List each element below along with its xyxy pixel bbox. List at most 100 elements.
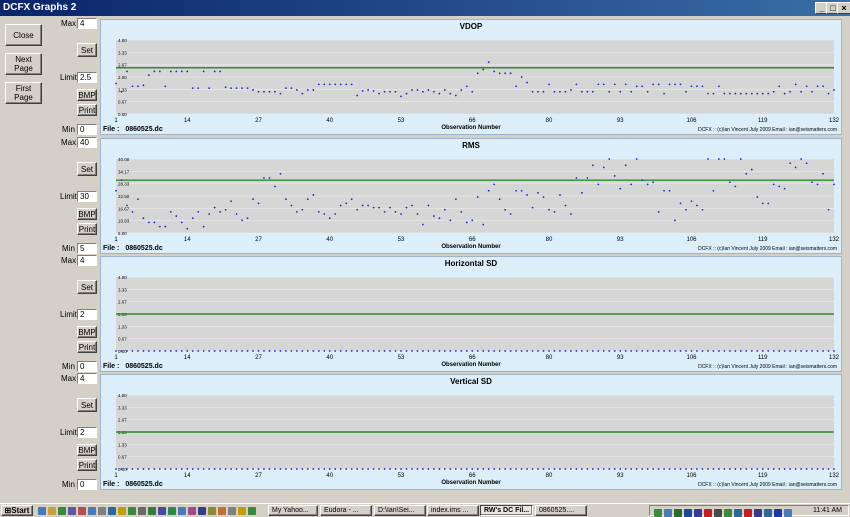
set-button[interactable]: Set xyxy=(77,398,97,412)
quicklaunch-icon[interactable] xyxy=(68,507,76,515)
data-point xyxy=(635,158,638,160)
data-point xyxy=(833,183,835,186)
quicklaunch-icon[interactable] xyxy=(48,507,56,515)
data-point xyxy=(833,89,835,91)
data-point xyxy=(816,85,819,88)
quicklaunch-icon[interactable] xyxy=(128,507,136,515)
quicklaunch-icon[interactable] xyxy=(108,507,116,515)
quicklaunch-icon[interactable] xyxy=(118,507,126,515)
x-tick-label: 93 xyxy=(617,473,624,479)
print-button[interactable]: Print xyxy=(77,104,97,116)
print-button[interactable]: Print xyxy=(77,223,97,235)
data-point xyxy=(783,468,786,470)
data-point xyxy=(559,90,561,93)
quicklaunch-icon[interactable] xyxy=(248,507,256,515)
limit-input[interactable]: 2 xyxy=(77,427,97,438)
data-point xyxy=(591,350,594,352)
taskbar-task-button[interactable]: Eudora - ... xyxy=(320,505,372,516)
x-tick-label: 53 xyxy=(398,237,405,243)
quicklaunch-icon[interactable] xyxy=(88,507,96,515)
data-point xyxy=(279,350,282,352)
data-point xyxy=(317,210,320,213)
data-point xyxy=(498,198,501,201)
close-button[interactable]: Close xyxy=(5,24,42,46)
quicklaunch-icon[interactable] xyxy=(208,507,216,515)
next-page-button[interactable]: Next Page xyxy=(5,53,42,75)
data-point xyxy=(230,350,232,352)
data-point xyxy=(482,68,485,71)
quicklaunch-icon[interactable] xyxy=(188,507,196,515)
bmp-button[interactable]: BMP xyxy=(77,208,97,220)
quicklaunch-icon[interactable] xyxy=(138,507,146,515)
quicklaunch-icon[interactable] xyxy=(198,507,206,515)
data-point xyxy=(411,204,413,207)
quicklaunch-icon[interactable] xyxy=(218,507,226,515)
data-point xyxy=(613,350,616,352)
limit-input[interactable]: 2 xyxy=(77,309,97,320)
quicklaunch-icon[interactable] xyxy=(38,507,46,515)
taskbar-task-button[interactable]: RW's DC Fil... xyxy=(480,505,533,516)
data-point xyxy=(449,468,452,470)
data-point xyxy=(471,350,474,352)
data-point xyxy=(356,208,359,211)
max-input[interactable]: 4 xyxy=(77,255,97,266)
data-point xyxy=(712,350,715,352)
max-input[interactable]: 4 xyxy=(77,18,97,29)
quicklaunch-icon[interactable] xyxy=(98,507,106,515)
taskbar-task-button[interactable]: 0860525.... xyxy=(535,505,587,516)
first-page-button[interactable]: First Page xyxy=(5,82,42,104)
min-input[interactable]: 5 xyxy=(77,243,97,254)
set-button[interactable]: Set xyxy=(77,162,97,176)
quicklaunch-icon[interactable] xyxy=(178,507,186,515)
data-point xyxy=(559,350,561,352)
min-input[interactable]: 0 xyxy=(77,124,97,135)
data-point xyxy=(537,191,539,194)
taskbar-task-button[interactable]: index.ims ... xyxy=(427,505,479,516)
print-button[interactable]: Print xyxy=(77,341,97,353)
quicklaunch-icon[interactable] xyxy=(78,507,86,515)
set-button[interactable]: Set xyxy=(77,43,97,57)
quicklaunch-icon[interactable] xyxy=(158,507,166,515)
data-point xyxy=(476,72,479,75)
set-button[interactable]: Set xyxy=(77,280,97,294)
limit-input[interactable]: 2.5 xyxy=(77,72,97,83)
limit-input[interactable]: 30 xyxy=(77,191,97,202)
data-point xyxy=(679,83,682,86)
data-point xyxy=(197,468,200,470)
quicklaunch-icon[interactable] xyxy=(168,507,176,515)
data-point xyxy=(158,225,161,228)
max-input[interactable]: 4 xyxy=(77,373,97,384)
data-point xyxy=(290,204,293,207)
close-window-button[interactable]: × xyxy=(837,2,850,14)
taskbar-task-button[interactable]: My Yahoo... xyxy=(268,505,318,516)
data-point xyxy=(235,87,238,89)
min-label: Min xyxy=(62,480,75,489)
quicklaunch-icon[interactable] xyxy=(228,507,236,515)
data-point xyxy=(767,92,770,95)
print-button[interactable]: Print xyxy=(77,459,97,471)
min-input[interactable]: 0 xyxy=(77,479,97,490)
data-point xyxy=(761,202,764,205)
data-point xyxy=(718,468,720,470)
taskbar-task-button[interactable]: D:\Ian\Sei... xyxy=(374,505,426,516)
y-tick-label: 0.67 xyxy=(118,100,127,105)
data-point xyxy=(641,350,644,352)
max-input[interactable]: 40 xyxy=(77,137,97,148)
data-point xyxy=(460,468,463,470)
quicklaunch-icon[interactable] xyxy=(58,507,66,515)
data-point xyxy=(279,468,282,470)
data-point xyxy=(378,468,380,470)
bmp-button[interactable]: BMP xyxy=(77,89,97,101)
bmp-button[interactable]: BMP xyxy=(77,444,97,456)
data-point xyxy=(548,208,550,211)
data-point xyxy=(471,219,474,222)
bmp-button[interactable]: BMP xyxy=(77,326,97,338)
data-point xyxy=(624,350,627,352)
quicklaunch-icon[interactable] xyxy=(148,507,156,515)
min-input[interactable]: 0 xyxy=(77,361,97,372)
data-point xyxy=(438,217,441,220)
start-button[interactable]: ⊞Start xyxy=(1,505,33,516)
data-point xyxy=(728,92,731,95)
data-point xyxy=(822,172,824,175)
quicklaunch-icon[interactable] xyxy=(238,507,246,515)
